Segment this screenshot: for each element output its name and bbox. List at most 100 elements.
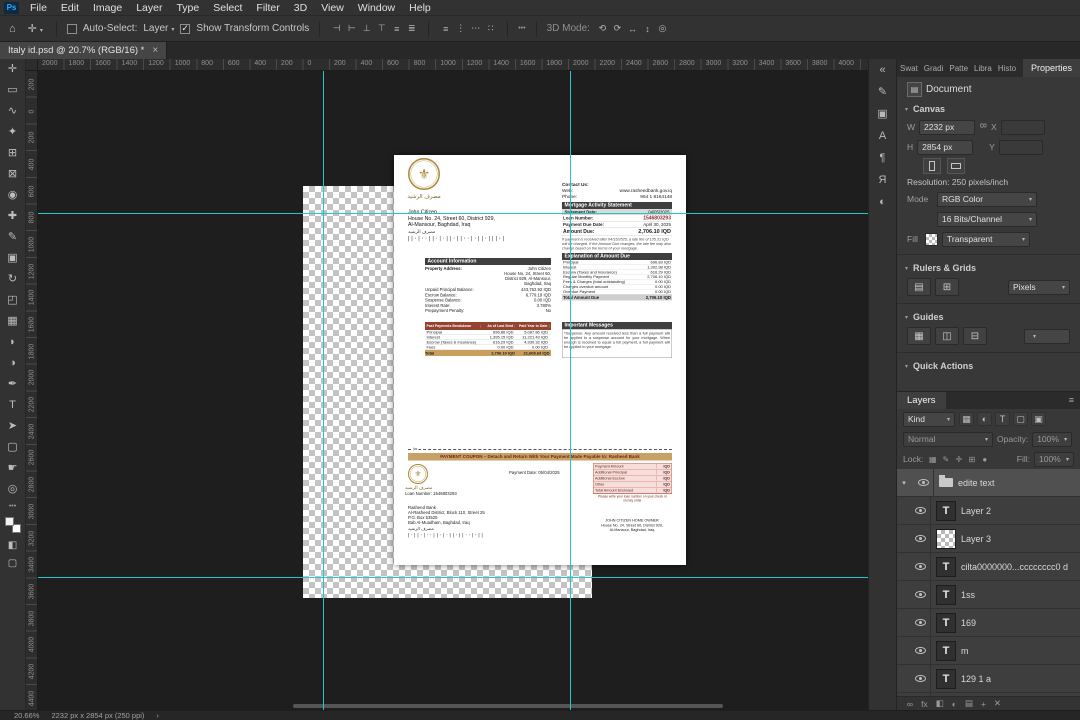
- panel-icon[interactable]: ▣: [868, 103, 897, 125]
- close-tab-icon[interactable]: ×: [152, 45, 158, 56]
- horizontal-scrollbar[interactable]: [293, 704, 723, 708]
- panel-tab[interactable]: Gradi: [921, 61, 947, 77]
- panel-tab[interactable]: Patte: [946, 61, 971, 77]
- layer-visibility-toggle[interactable]: [911, 496, 931, 525]
- layer-row[interactable]: ▾ 169: [897, 608, 1080, 637]
- toolbar-tool-icon[interactable]: ▢: [0, 437, 26, 458]
- screen-mode-icon[interactable]: ▢: [8, 555, 17, 573]
- layer-row[interactable]: ▾ 1ss: [897, 580, 1080, 609]
- menu-item[interactable]: Select: [206, 0, 249, 16]
- distribute-icon[interactable]: ∷: [484, 23, 497, 34]
- color-mode-dropdown[interactable]: RGB Color: [937, 191, 1037, 207]
- link-dimensions-icon[interactable]: 8: [978, 123, 988, 131]
- toolbar-tool-icon[interactable]: ✚: [0, 206, 26, 227]
- foreground-color-chip[interactable]: [4, 517, 14, 526]
- toolbar-tool-icon[interactable]: ∿: [0, 101, 26, 122]
- toolbar-tool-icon[interactable]: ▭: [0, 80, 26, 101]
- edit-toolbar-icon[interactable]: •••: [9, 503, 16, 510]
- y-field[interactable]: [998, 139, 1043, 155]
- menu-item[interactable]: File: [23, 0, 54, 16]
- lock-icon[interactable]: ▦: [927, 455, 938, 464]
- opacity-dropdown[interactable]: 100%: [1032, 431, 1073, 447]
- toolbar-tool-icon[interactable]: ◎: [0, 479, 26, 500]
- quick-mask-icon[interactable]: ◧: [8, 537, 17, 555]
- toolbar-tool-icon[interactable]: T: [0, 395, 26, 416]
- panel-tab[interactable]: Libra: [971, 61, 995, 77]
- quick-actions-section-header[interactable]: ▾ Quick Actions: [897, 358, 1080, 374]
- toolbar-tool-icon[interactable]: ◗: [0, 332, 26, 353]
- panel-icon[interactable]: ◐: [868, 191, 897, 213]
- lock-icon[interactable]: ✎: [940, 455, 951, 464]
- layer-visibility-toggle[interactable]: [911, 580, 931, 609]
- layers-action-icon[interactable]: fx: [921, 699, 928, 709]
- lock-icon[interactable]: ●: [979, 455, 990, 464]
- zoom-level[interactable]: 20.66%: [14, 711, 39, 720]
- group-expand-icon[interactable]: ▾: [899, 479, 909, 487]
- guide-vertical-right[interactable]: [570, 71, 571, 710]
- panel-icon[interactable]: A: [868, 125, 897, 147]
- toolbar-tool-icon[interactable]: ↻: [0, 269, 26, 290]
- fill-opacity-dropdown[interactable]: 100%: [1034, 451, 1074, 467]
- move-tool-preset-icon[interactable]: ✛: [25, 22, 46, 35]
- toolbar-tool-icon[interactable]: ✒: [0, 374, 26, 395]
- menu-item[interactable]: Layer: [129, 0, 169, 16]
- panel-button-icon[interactable]: ⊞: [935, 278, 959, 296]
- home-icon[interactable]: ⌂: [6, 23, 19, 35]
- layer-row[interactable]: ▾ Layer 3: [897, 524, 1080, 553]
- auto-select-checkbox[interactable]: [66, 23, 77, 34]
- layer-row[interactable]: ▾ m: [897, 636, 1080, 665]
- toolbar-tool-icon[interactable]: ☛: [0, 458, 26, 479]
- panel-icon[interactable]: ¶: [868, 147, 897, 169]
- auto-select-target-dropdown[interactable]: Layer: [143, 23, 174, 34]
- portrait-orientation-icon[interactable]: [923, 158, 941, 174]
- align-icon[interactable]: ≡: [390, 24, 403, 34]
- menu-item[interactable]: Window: [351, 0, 402, 16]
- align-icon[interactable]: ⊣: [330, 23, 343, 34]
- 3d-mode-icon[interactable]: ⟳: [611, 23, 624, 34]
- layer-filter-icon[interactable]: T: [995, 412, 1010, 426]
- toolbar-tool-icon[interactable]: ◰: [0, 290, 26, 311]
- toolbar-tool-icon[interactable]: ◉: [0, 185, 26, 206]
- layers-action-icon[interactable]: ∞: [907, 699, 913, 709]
- tab-layers[interactable]: Layers: [897, 392, 946, 409]
- layer-visibility-toggle[interactable]: [914, 469, 934, 497]
- menu-item[interactable]: View: [314, 0, 351, 16]
- menu-item[interactable]: Edit: [54, 0, 86, 16]
- rulers-grids-section-header[interactable]: ▾ Rulers & Grids: [897, 260, 1080, 276]
- panel-button-icon[interactable]: ▦: [907, 327, 931, 345]
- status-chevron-icon[interactable]: ›: [156, 711, 159, 720]
- menu-item[interactable]: 3D: [287, 0, 314, 16]
- bit-depth-dropdown[interactable]: 16 Bits/Channel: [937, 211, 1037, 227]
- panel-tab[interactable]: Actio: [1019, 61, 1021, 77]
- toolbar-tool-icon[interactable]: ✎: [0, 227, 26, 248]
- panel-icon[interactable]: ✎: [868, 81, 897, 103]
- layer-visibility-toggle[interactable]: [911, 524, 931, 553]
- layer-visibility-toggle[interactable]: [911, 664, 931, 693]
- panel-button-icon[interactable]: ◫: [935, 327, 959, 345]
- layer-row[interactable]: ▾ edite text: [897, 469, 1080, 497]
- layer-row[interactable]: ▾ 129 1 a: [897, 664, 1080, 693]
- layers-action-icon[interactable]: ✕: [994, 698, 1001, 709]
- menu-item[interactable]: Type: [169, 0, 206, 16]
- align-icon[interactable]: ≣: [405, 23, 418, 34]
- layer-visibility-toggle[interactable]: [911, 552, 931, 581]
- toolbar-tool-icon[interactable]: ▣: [0, 248, 26, 269]
- fill-dropdown[interactable]: Transparent: [942, 231, 1030, 247]
- menu-item[interactable]: Help: [402, 0, 438, 16]
- canvas-area[interactable]: ⚜ مصرف الرشيد John Citizen House No. 24, …: [38, 71, 868, 710]
- guide-horizontal-bottom[interactable]: [38, 577, 868, 578]
- layer-visibility-toggle[interactable]: [911, 636, 931, 665]
- tab-properties[interactable]: Properties: [1022, 59, 1080, 77]
- show-transform-checkbox[interactable]: [180, 23, 191, 34]
- lock-icon[interactable]: ⊞: [966, 455, 977, 464]
- layer-row[interactable]: ▾ Layer 2: [897, 496, 1080, 525]
- width-field[interactable]: 2232 px: [919, 119, 976, 135]
- document-tab[interactable]: Italy id.psd @ 20.7% (RGB/16) * ×: [0, 42, 168, 59]
- height-field[interactable]: 2854 px: [917, 139, 974, 155]
- layers-action-icon[interactable]: +: [981, 699, 986, 709]
- align-icon[interactable]: ⊤: [375, 23, 388, 34]
- layer-filter-icon[interactable]: ▦: [959, 412, 974, 426]
- fill-swatch[interactable]: [925, 232, 938, 246]
- panel-menu-icon[interactable]: ≡: [1069, 392, 1080, 409]
- toolbar-tool-icon[interactable]: ▦: [0, 311, 26, 332]
